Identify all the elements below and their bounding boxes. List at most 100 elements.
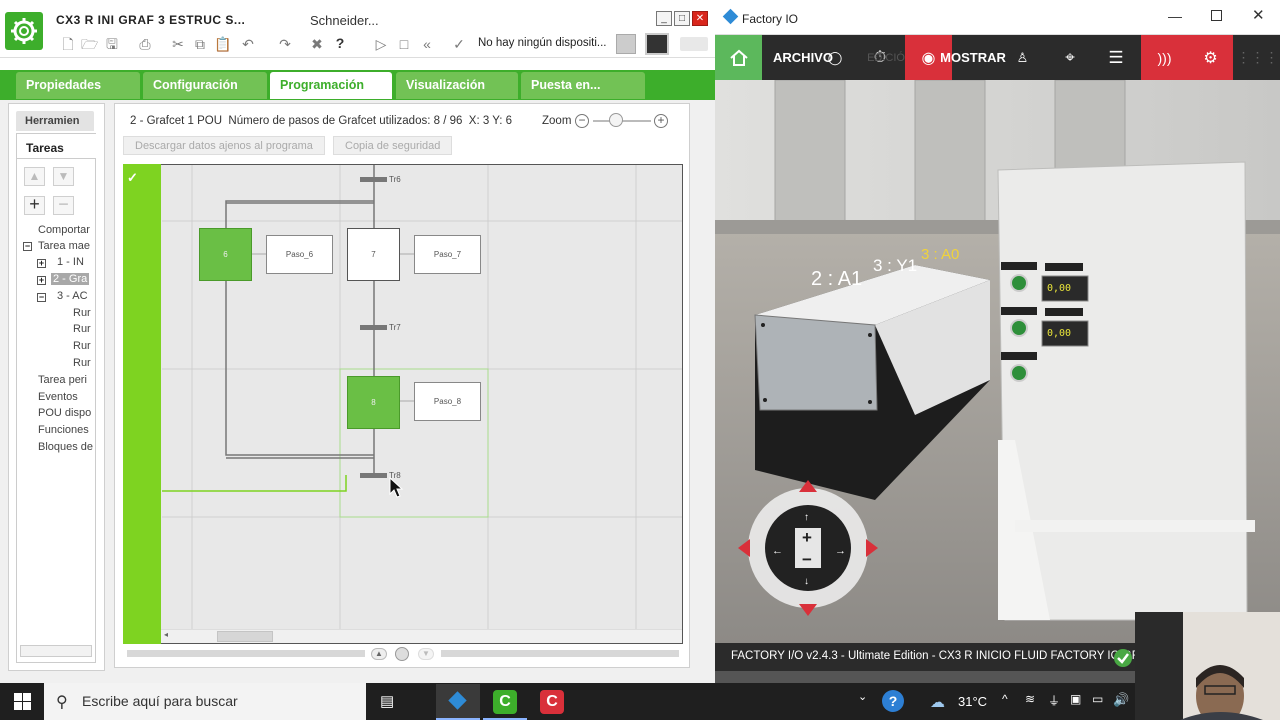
zoom-in-icon[interactable]: + [654,114,668,128]
backup-button[interactable]: Copia de seguridad [333,136,453,155]
grafcet-step[interactable]: 6 [199,228,252,281]
help-icon[interactable]: ? [882,690,904,712]
collapse-icon[interactable]: − [23,242,32,251]
menu-show[interactable]: MOSTRAR [940,35,1006,80]
step-action[interactable]: Paso_8 [414,382,481,421]
paste-icon[interactable]: 📋 [214,36,231,52]
panel-scrollbar[interactable] [127,650,365,657]
collapse-icon[interactable]: − [37,293,46,302]
taskbar-factoryio[interactable] [436,684,480,720]
tree-item[interactable]: POU dispo [38,407,94,419]
tree-item[interactable]: Rur [73,357,94,369]
windows-start-icon[interactable] [14,693,31,715]
tree-item[interactable]: Rur [73,307,94,319]
redo-icon[interactable]: ↷ [277,36,293,52]
tree-scrollbar[interactable] [20,645,92,657]
pan-right-icon[interactable]: → [835,545,846,557]
tree-item[interactable]: 1 - IN [57,256,94,268]
scroll-thumb[interactable] [217,631,273,642]
tools-icon[interactable]: ✖ [309,36,325,52]
maximize-button[interactable] [1211,10,1222,21]
tray-chevron-icon[interactable]: ^ [1002,692,1008,706]
undo-icon[interactable]: ↶ [240,36,256,52]
taskbar-schneider[interactable]: C [483,684,527,720]
zoom-out-icon[interactable]: − [802,550,812,570]
tree-item[interactable]: Eventos [38,391,94,403]
copy-icon[interactable]: ⧉ [192,36,208,52]
maximize-button[interactable]: □ [674,11,690,26]
person-icon[interactable]: ♙ [1005,35,1040,80]
sensor-icon[interactable]: ))) [1141,35,1188,80]
pan-left-icon[interactable]: ← [772,545,783,557]
close-button[interactable]: ✕ [692,11,708,26]
tree-item[interactable]: Funciones [38,424,94,436]
tree-item[interactable]: Tarea peri [38,374,94,386]
taskbar-app-red[interactable]: C [530,684,574,720]
usb-icon[interactable]: ⏚ [1048,692,1060,709]
new-file-icon[interactable]: 🗋 [60,36,76,52]
rewind-icon[interactable]: « [419,36,435,52]
help-icon[interactable]: ? [332,35,348,51]
wifi-icon[interactable]: ≋ [1025,692,1035,706]
factoryio-scene[interactable]: 2 : A1 3 : Y1 3 : A0 0,00 0,00 + − ← → ↑… [715,80,1280,643]
center-icon[interactable] [395,647,409,661]
canvas-scrollbar[interactable]: ◂ [161,629,682,643]
tab-visualization[interactable]: Visualización [396,72,518,99]
scroll-up-icon[interactable]: ▲ [371,648,387,660]
tab-tools[interactable]: Herramien [16,111,94,131]
zoom-thumb[interactable] [609,113,623,127]
tab-tasks[interactable]: Tareas [16,133,96,161]
volume-icon[interactable]: 🔊 [1113,692,1129,708]
task-view-icon[interactable]: ▤ [380,692,394,710]
scroll-down-icon[interactable]: ▼ [418,648,434,660]
circle-icon[interactable]: ◯ [820,35,850,80]
cut-icon[interactable]: ✂ [170,36,186,52]
download-data-button[interactable]: Descargar datos ajenos al programa [123,136,325,155]
tree-item[interactable]: Tarea mae [38,240,94,252]
tree-item[interactable]: Rur [73,323,94,335]
zoom-out-icon[interactable]: − [575,114,589,128]
stop-plc-icon[interactable] [645,33,669,55]
tree-item[interactable]: Rur [73,340,94,352]
expand-icon[interactable]: + [37,259,46,268]
tree-item[interactable]: 3 - AC [57,290,94,302]
battery-icon[interactable]: ▭ [1092,692,1103,706]
settings-icon[interactable]: ⚙ [1188,35,1233,80]
minimize-button[interactable]: — [1168,8,1182,24]
run-icon[interactable]: ▷ [373,36,389,52]
add-button[interactable]: + [24,195,45,215]
move-down-button[interactable]: ▼ [53,167,74,186]
step-action[interactable]: Paso_6 [266,235,333,274]
connect-icon[interactable] [616,34,636,54]
print-icon[interactable]: ⎙ [137,36,153,52]
tab-configuration[interactable]: Configuración [143,72,267,99]
grafcet-step[interactable]: 7 [347,228,400,281]
tree-item[interactable]: Comportar [38,224,94,236]
tab-commissioning[interactable]: Puesta en... [521,72,645,99]
stop-icon[interactable]: □ [396,36,412,52]
list-icon[interactable]: ☰ [1094,35,1138,80]
grid-icon[interactable]: ⋮⋮⋮ [1235,35,1280,80]
chevron-icon[interactable]: ⌄ [858,690,867,703]
grafcet-step[interactable]: 8 [347,376,400,429]
tab-programming[interactable]: Programación [270,72,392,99]
minimize-button[interactable]: _ [656,11,672,26]
expand-icon[interactable]: + [37,276,46,285]
tree-item-selected[interactable]: 2 - Gra [51,273,90,285]
open-folder-icon[interactable]: 🗁 [81,36,98,52]
tab-properties[interactable]: Propiedades [16,72,140,99]
scroll-left-icon[interactable]: ◂ [164,630,168,639]
grafcet-canvas[interactable]: Tr6 Tr7 Tr8 6 Paso_6 7 Paso_7 8 Paso_8 [123,164,683,644]
weather-temperature[interactable]: 31°C [958,694,987,709]
home-icon[interactable] [715,35,762,80]
check-icon[interactable]: ✓ [451,36,467,52]
display-icon[interactable]: ▣ [1070,692,1081,706]
save-icon[interactable]: 🖫 [104,36,120,52]
pan-up-icon[interactable]: ↑ [804,512,809,523]
pan-down-icon[interactable]: ↓ [804,576,809,587]
remove-button[interactable]: − [53,195,74,215]
transition-bar[interactable] [360,177,387,182]
crosshair-icon[interactable]: ⌖ [1048,35,1092,80]
close-button[interactable]: ✕ [1252,6,1265,24]
transition-bar[interactable] [360,325,387,330]
